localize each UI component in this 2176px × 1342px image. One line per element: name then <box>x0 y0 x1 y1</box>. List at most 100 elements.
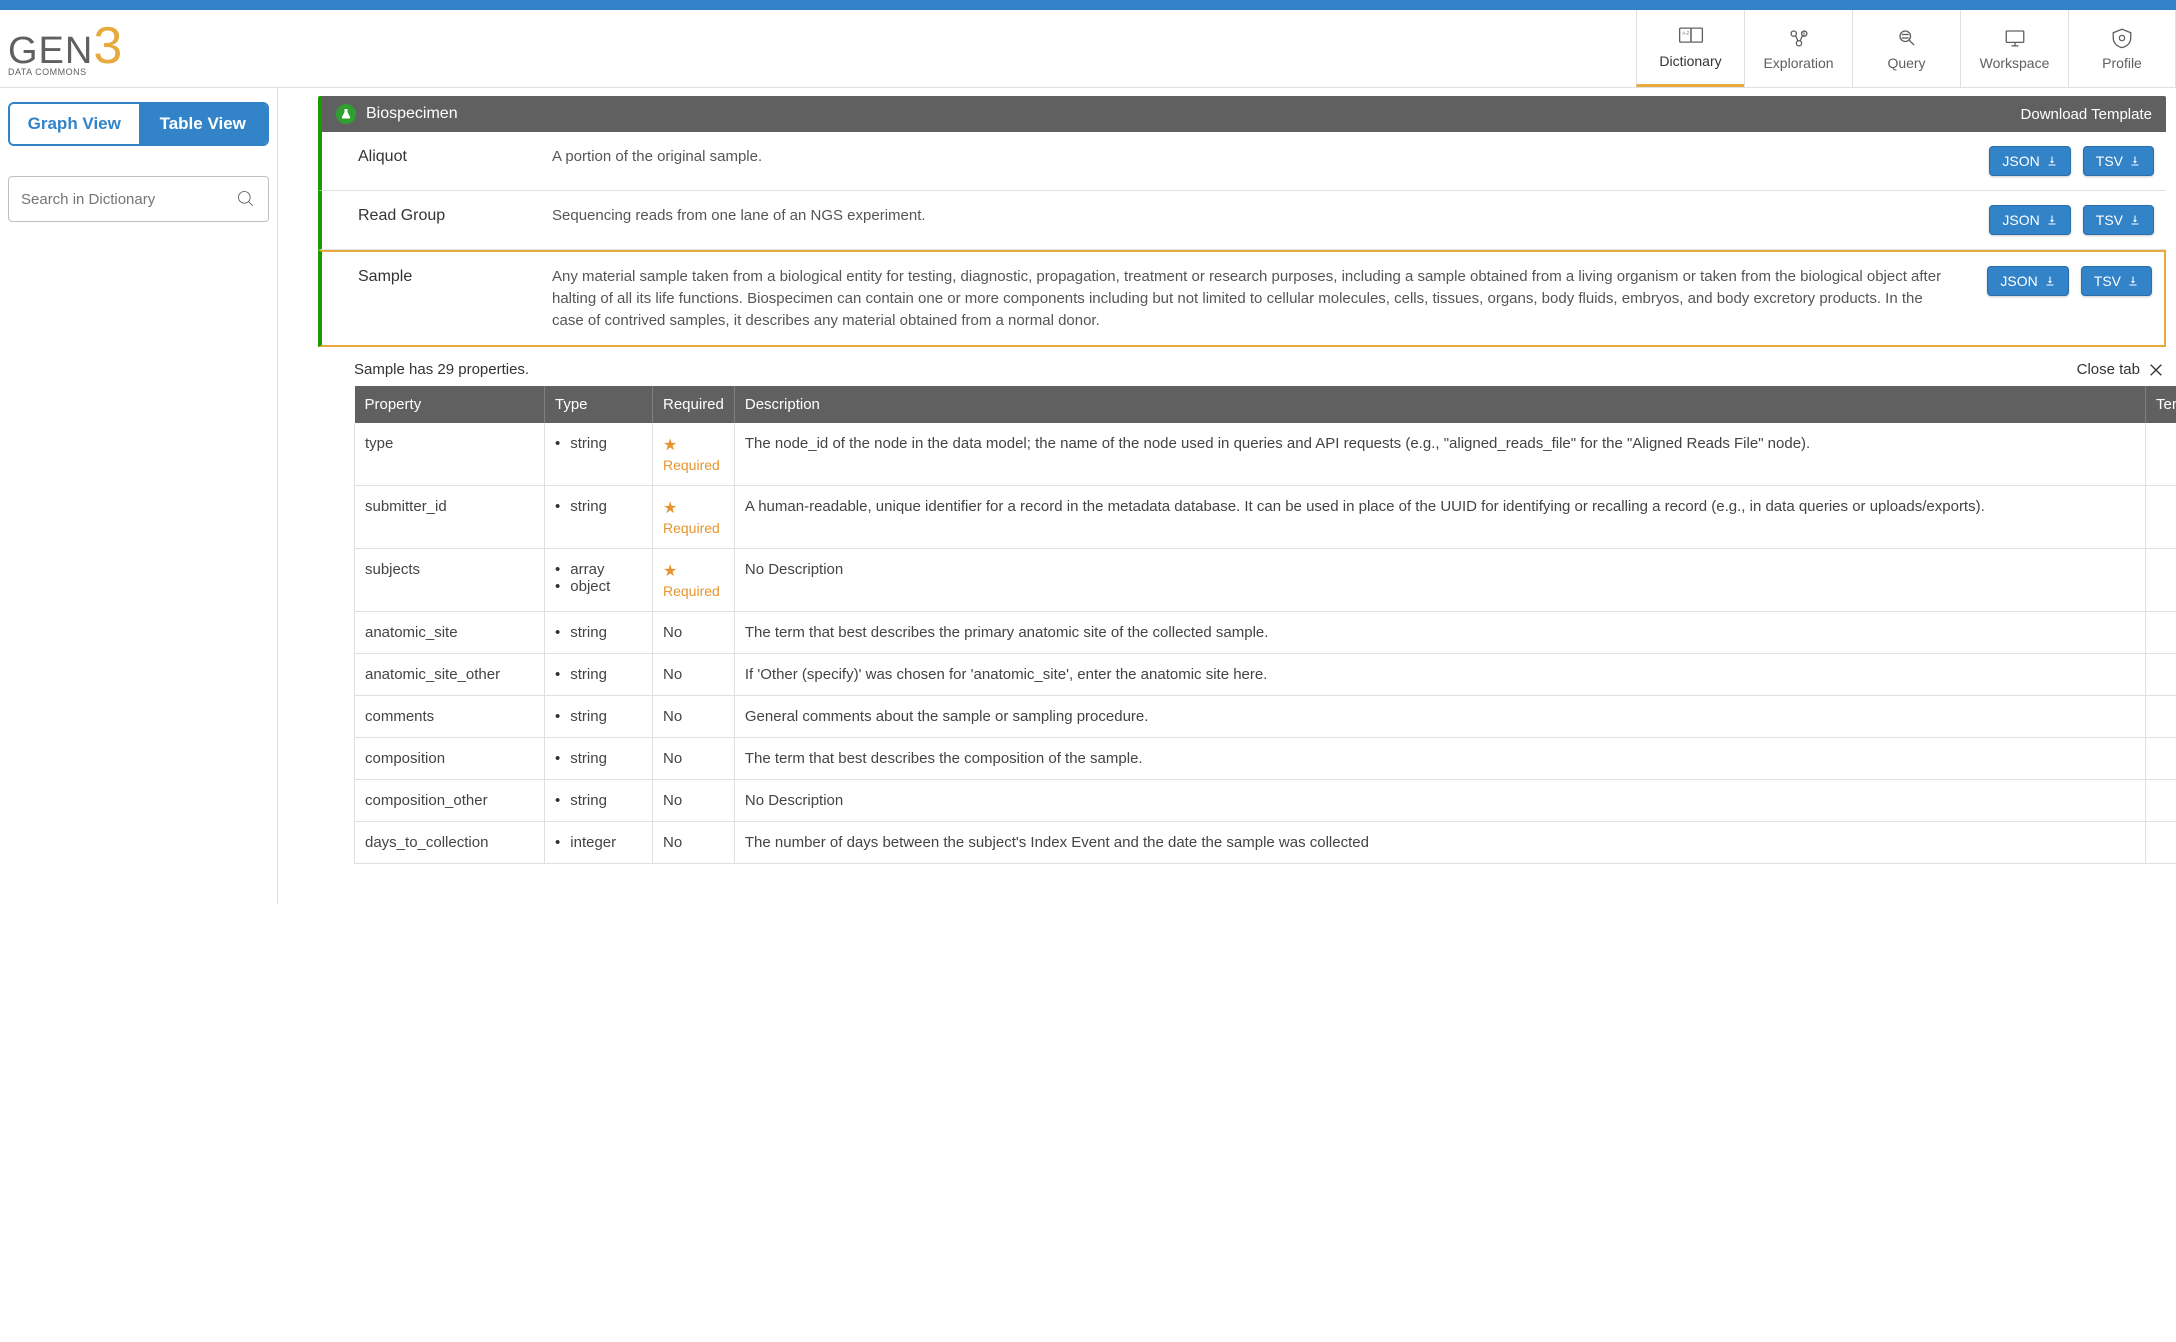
type-item: string <box>555 750 642 767</box>
table-row: subjectsarrayobject★RequiredNo Descripti… <box>355 549 2176 612</box>
cell-term <box>2146 549 2176 612</box>
node-description: Any material sample taken from a biologi… <box>552 266 1977 331</box>
cell-term <box>2146 423 2176 486</box>
search-input[interactable] <box>21 191 236 208</box>
cell-required: No <box>653 654 735 696</box>
node-row-aliquot[interactable]: AliquotA portion of the original sample.… <box>318 132 2166 191</box>
category-title: Biospecimen <box>366 105 458 123</box>
flask-icon <box>336 104 356 124</box>
nav-tab-dictionary[interactable]: A-Z Dictionary <box>1636 10 1744 87</box>
cell-description: A human-readable, unique identifier for … <box>734 486 2145 549</box>
table-row: anatomic_sitestringNoThe term that best … <box>355 612 2176 654</box>
logo[interactable]: GEN 3 DATA COMMONS <box>8 10 122 87</box>
cell-required: No <box>653 612 735 654</box>
download-icon <box>2129 214 2141 226</box>
cell-required: ★ Required <box>653 423 735 486</box>
cell-type: string <box>545 780 653 822</box>
tsv-download-button[interactable]: TSV <box>2083 205 2154 235</box>
download-template-link[interactable]: Download Template <box>2021 106 2152 123</box>
table-row: submitter_idstring★RequiredA human-reada… <box>355 486 2176 549</box>
header: GEN 3 DATA COMMONS A-Z Dictionary $ Explora… <box>0 10 2176 88</box>
nav-tab-exploration[interactable]: $ Exploration <box>1744 10 1852 87</box>
svg-text:$: $ <box>1802 31 1805 37</box>
cell-description: No Description <box>734 780 2145 822</box>
type-item: integer <box>555 834 642 851</box>
th-type: Type <box>545 386 653 423</box>
cell-property: anatomic_site <box>355 612 545 654</box>
cell-description: General comments about the sample or sam… <box>734 696 2145 738</box>
star-icon: ★ <box>663 437 677 454</box>
cell-type: arrayobject <box>545 549 653 612</box>
json-download-button[interactable]: JSON <box>1989 146 2070 176</box>
node-name: Sample <box>322 266 552 286</box>
nav-tab-label: Query <box>1887 55 1925 71</box>
cell-type: string <box>545 696 653 738</box>
cell-required: No <box>653 780 735 822</box>
type-item: string <box>555 792 642 809</box>
type-item: string <box>555 708 642 725</box>
type-item: string <box>555 498 642 515</box>
cell-description: No Description <box>734 549 2145 612</box>
cell-type: string <box>545 423 653 486</box>
logo-text-accent: 3 <box>93 20 122 72</box>
main-content: Biospecimen Download Template AliquotA p… <box>278 88 2176 904</box>
required-no: No <box>663 750 682 767</box>
cell-required: ★Required <box>653 549 735 612</box>
nav-tab-workspace[interactable]: Workspace <box>1960 10 2068 87</box>
svg-text:A-Z: A-Z <box>1682 30 1689 35</box>
nav-tab-label: Exploration <box>1763 55 1833 71</box>
type-item: string <box>555 666 642 683</box>
th-term: Term <box>2146 386 2176 423</box>
star-icon: ★ <box>663 500 677 517</box>
sidebar: Graph View Table View <box>0 88 278 904</box>
required-no: No <box>663 624 682 641</box>
node-description: A portion of the original sample. <box>552 146 1979 168</box>
required-no: No <box>663 666 682 683</box>
node-row-sample[interactable]: SampleAny material sample taken from a b… <box>318 250 2166 347</box>
close-tab-label: Close tab <box>2077 361 2140 378</box>
cell-type: string <box>545 612 653 654</box>
tsv-download-button[interactable]: TSV <box>2081 266 2152 296</box>
cell-type: string <box>545 738 653 780</box>
cell-property: comments <box>355 696 545 738</box>
cell-required: No <box>653 696 735 738</box>
download-icon <box>2046 214 2058 226</box>
download-icon <box>2127 275 2139 287</box>
nav-tab-label: Profile <box>2102 55 2142 71</box>
nav-tab-query[interactable]: Query <box>1852 10 1960 87</box>
cell-term <box>2146 696 2176 738</box>
th-required: Required <box>653 386 735 423</box>
download-icon <box>2044 275 2056 287</box>
cell-term <box>2146 486 2176 549</box>
table-row: days_to_collectionintegerNoThe number of… <box>355 822 2176 864</box>
required-label: Required <box>663 457 724 473</box>
cell-description: The number of days between the subject's… <box>734 822 2145 864</box>
cell-type: string <box>545 486 653 549</box>
top-stripe <box>0 0 2176 10</box>
json-download-button[interactable]: JSON <box>1987 266 2068 296</box>
cell-required: No <box>653 738 735 780</box>
cell-term <box>2146 822 2176 864</box>
table-view-button[interactable]: Table View <box>139 104 268 144</box>
nav-tab-label: Workspace <box>1980 55 2050 71</box>
category-header: Biospecimen Download Template <box>318 96 2166 132</box>
cell-property: anatomic_site_other <box>355 654 545 696</box>
tsv-download-button[interactable]: TSV <box>2083 146 2154 176</box>
cell-required: ★Required <box>653 486 735 549</box>
nav-tab-profile[interactable]: Profile <box>2068 10 2176 87</box>
table-row: compositionstringNoThe term that best de… <box>355 738 2176 780</box>
json-download-button[interactable]: JSON <box>1989 205 2070 235</box>
type-item: string <box>555 624 642 641</box>
node-name: Aliquot <box>322 146 552 166</box>
cell-type: string <box>545 654 653 696</box>
node-row-read-group[interactable]: Read GroupSequencing reads from one lane… <box>318 191 2166 250</box>
required-no: No <box>663 792 682 809</box>
nav-tab-label: Dictionary <box>1659 53 1721 69</box>
properties-table: Property Type Required Description Term … <box>354 386 2176 864</box>
close-tab-button[interactable]: Close tab <box>2077 361 2164 378</box>
node-description: Sequencing reads from one lane of an NGS… <box>552 205 1979 227</box>
type-item: string <box>555 435 642 452</box>
graph-view-button[interactable]: Graph View <box>10 104 139 144</box>
properties-bar: Sample has 29 properties. Close tab <box>318 347 2166 386</box>
view-toggle: Graph View Table View <box>8 102 269 146</box>
